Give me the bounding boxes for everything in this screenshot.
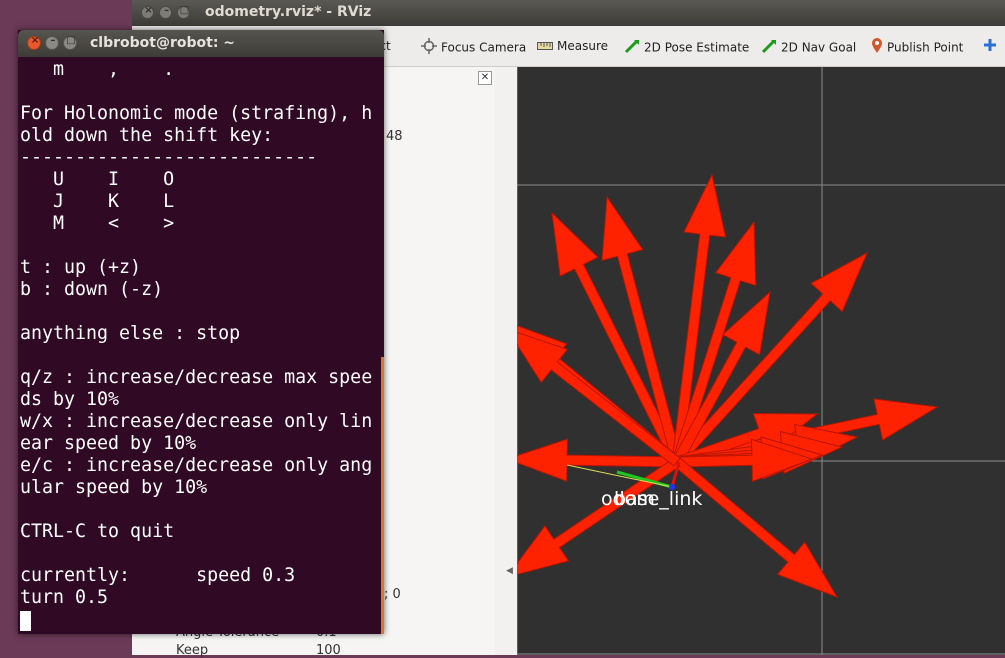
terminal-line: turn 0.5 (20, 587, 109, 608)
terminal-lines: m , . For Holonomic mode (strafing), h ol… (20, 59, 380, 609)
terminal-output[interactable]: m , . For Holonomic mode (strafing), h ol… (20, 57, 380, 636)
terminal-line: ear speed by 10% (20, 433, 197, 454)
rviz-maximize-button[interactable]: □ (177, 5, 190, 19)
terminal-line: --------------------------- (20, 147, 318, 168)
tool-2d-pose-estimate-button[interactable]: 2D Pose Estimate (624, 38, 750, 55)
panel-value-partial: 48 (386, 129, 403, 144)
tool-publish-point-label: Publish Point (887, 40, 964, 55)
terminal-line: currently: speed 0.3 (20, 565, 296, 586)
terminal-line: J K L (20, 191, 175, 212)
tool-measure-button[interactable]: Measure (537, 38, 608, 54)
rviz-minimize-button[interactable]: – (159, 5, 172, 19)
odometry-arrow (517, 457, 681, 575)
terminal-line: e/c : increase/decrease only ang (20, 455, 373, 476)
terminal-line: b : down (-z) (20, 279, 164, 300)
terminal-line: t : up (+z) (20, 257, 142, 278)
terminal-maximize-button[interactable]: □ (63, 35, 77, 50)
rviz-window-title: odometry.rviz* - RViz (205, 4, 372, 20)
terminal-line: old down the shift key: (20, 125, 274, 146)
rviz-titlebar: × – □ odometry.rviz* - RViz (132, 0, 1005, 26)
terminal-line: For Holonomic mode (strafing), h (20, 103, 373, 124)
panel-close-icon[interactable]: ✕ (478, 71, 492, 85)
terminal-line: anything else : stop (20, 323, 241, 344)
map-pin-icon (871, 38, 883, 58)
terminal-window[interactable]: × – □ clbrobot@robot: ~ m , . For Holono… (18, 30, 384, 634)
tool-focus-camera-label: Focus Camera (441, 40, 527, 55)
tool-2d-nav-goal-button[interactable]: 2D Nav Goal (761, 38, 857, 55)
terminal-line: M < > (20, 213, 175, 234)
panel-value-partial-2: ; 0 (384, 587, 401, 602)
tool-publish-point-button[interactable]: Publish Point (871, 38, 964, 55)
grid (517, 67, 1005, 655)
terminal-line: ular speed by 10% (20, 477, 208, 498)
keep-value[interactable]: 100 (316, 643, 341, 658)
terminal-minimize-button[interactable]: – (45, 35, 59, 50)
terminal-title: clbrobot@robot: ~ (90, 35, 236, 51)
ruler-icon (537, 39, 553, 55)
terminal-close-button[interactable]: × (27, 35, 41, 50)
terminal-line: U I O (20, 169, 175, 190)
terminal-line: ds by 10% (20, 389, 120, 410)
terminal-titlebar: × – □ clbrobot@robot: ~ (18, 30, 384, 57)
terminal-line: CTRL-C to quit (20, 521, 175, 542)
base-link-frame-label: base_link (614, 488, 702, 510)
tool-2d-nav-goal-label: 2D Nav Goal (781, 40, 857, 55)
pose-estimate-arrow-icon (624, 38, 640, 58)
focus-camera-icon (421, 38, 437, 58)
panel-collapse-arrow-icon[interactable]: ◀ (506, 566, 513, 576)
viewport-scene: odom base_link (517, 67, 1005, 655)
rviz-close-button[interactable]: × (141, 5, 154, 19)
terminal-line: m , . (20, 59, 175, 80)
terminal-line: w/x : increase/decrease only lin (20, 411, 373, 432)
nav-goal-arrow-icon (761, 38, 777, 58)
terminal-cursor (20, 611, 31, 631)
tool-measure-label: Measure (557, 39, 608, 53)
add-tool-plus-icon[interactable] (983, 38, 997, 54)
terminal-scrollbar[interactable] (381, 357, 384, 634)
terminal-line: q/z : increase/decrease max spee (20, 367, 373, 388)
keep-label: Keep (176, 643, 209, 658)
tool-focus-camera-button[interactable]: Focus Camera (421, 38, 527, 55)
odometry-arrows (517, 173, 939, 598)
3d-viewport[interactable]: odom base_link (517, 67, 1005, 655)
tool-2d-pose-estimate-label: 2D Pose Estimate (644, 40, 750, 55)
